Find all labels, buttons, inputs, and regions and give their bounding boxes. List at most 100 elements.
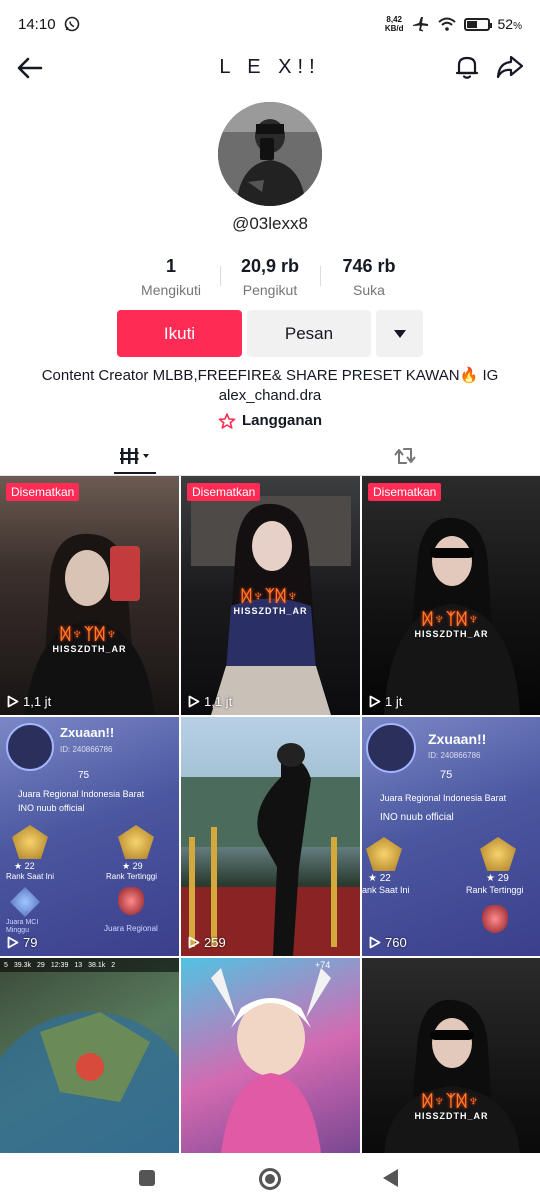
caret-down-icon	[393, 329, 406, 338]
stat-followers-label: Pengikut	[242, 282, 298, 298]
game-player-id: ID: 240866786	[428, 751, 481, 760]
rank-highest-label: Rank Tertinggi	[466, 885, 524, 895]
rank-current-label: ank Saat Ini	[362, 885, 410, 895]
home-button[interactable]	[259, 1168, 281, 1190]
rank-current-stars: ★ 22	[14, 861, 35, 871]
rank-badge-icon	[480, 837, 516, 871]
rank-badge-icon	[366, 837, 402, 871]
whatsapp-icon	[64, 16, 79, 32]
stat-following[interactable]: 1 Mengikuti	[116, 254, 226, 298]
profile-header: L E X!!	[0, 44, 540, 90]
video-thumbnail[interactable]: ᛞ♆ᛉᛞ♆ HISSZDTH_AR Disematkan 1 jt	[362, 476, 540, 715]
thumbnail-scene-image	[211, 968, 331, 1153]
tab-videos[interactable]	[90, 436, 180, 476]
game-level: 75	[440, 769, 453, 781]
play-icon	[369, 936, 381, 949]
game-avatar	[6, 723, 54, 771]
follow-button[interactable]: Ikuti	[117, 310, 242, 357]
stat-following-value: 1	[165, 256, 176, 276]
videos-grid-icon	[120, 448, 149, 464]
view-count: 1,1 jt	[7, 694, 51, 709]
subscription-link[interactable]: Langganan	[0, 412, 540, 429]
repost-icon	[394, 448, 416, 464]
play-icon	[188, 936, 200, 949]
rank-badge-icon	[118, 825, 154, 859]
video-thumbnail[interactable]: 5 39.3k 29 12:39 13 38.1k 2	[0, 958, 179, 1153]
rank-current-stars: ★ 22	[368, 873, 391, 884]
thumbnail-logo: ᛞ♆ᛉᛞ♆ HISSZDTH_AR	[414, 1093, 489, 1121]
notification-button[interactable]	[452, 52, 482, 82]
stat-likes[interactable]: 746 rb Suka	[314, 254, 424, 298]
back-button[interactable]	[14, 52, 46, 84]
share-button[interactable]	[494, 52, 526, 82]
pinned-badge: Disematkan	[6, 483, 80, 501]
stat-followers[interactable]: 20,9 rb Pengikut	[215, 254, 325, 298]
avatar[interactable]	[218, 102, 322, 206]
game-player-id: ID: 240866786	[60, 745, 113, 754]
view-count: 1,1 jt	[188, 694, 232, 709]
trophy-icon	[482, 905, 508, 933]
stat-followers-value: 20,9 rb	[240, 256, 300, 276]
pinned-badge: Disematkan	[187, 483, 261, 501]
rank-highest-stars: ★ 29	[122, 861, 143, 871]
nav-back-button[interactable]	[383, 1169, 398, 1187]
trophy-label: Juara MCI Minggu	[6, 919, 39, 934]
game-title: Juara Regional Indonesia Barat	[18, 789, 145, 799]
thumbnail-logo: ᛞ♆ᛉᛞ♆ HISSZDTH_AR	[233, 588, 308, 616]
view-count: 760	[369, 935, 407, 950]
game-player-name: Zxuaan!!	[428, 731, 487, 747]
battery-icon	[463, 17, 492, 31]
thumbnail-person-image	[24, 533, 155, 715]
thumbnail-scene-image	[181, 743, 360, 956]
pinned-badge: Disematkan	[368, 483, 442, 501]
stat-likes-value: 746 rb	[342, 256, 396, 276]
trophy-icon	[118, 887, 144, 915]
profile-stats: 1 Mengikuti 20,9 rb Pengikut 746 rb Suka	[0, 254, 540, 302]
video-thumbnail[interactable]: ᛞ♆ᛉᛞ♆ HISSZDTH_AR Disematkan 1,1 jt	[181, 476, 360, 715]
avatar-photo	[218, 102, 322, 206]
video-thumbnail[interactable]: 259	[181, 717, 360, 956]
thumbnail-scene-image	[0, 1012, 179, 1153]
game-title: Juara Regional Indonesia Barat	[380, 793, 507, 803]
thumbnail-logo: ᛞ♆ᛉᛞ♆ HISSZDTH_AR	[52, 626, 127, 654]
play-icon	[369, 695, 381, 708]
play-icon	[7, 936, 19, 949]
recents-button[interactable]	[139, 1170, 155, 1186]
play-icon	[7, 695, 19, 708]
video-thumbnail[interactable]: +74	[181, 958, 360, 1153]
rank-highest-label: Rank Tertinggi	[106, 872, 157, 881]
tab-active-indicator	[114, 472, 156, 474]
bio-line: Content Creator MLBB,FREEFIRE& SHARE PRE…	[41, 367, 499, 384]
video-thumbnail[interactable]: Zxuaan!! ID: 240866786 75 Juara Regional…	[362, 717, 540, 956]
share-icon	[496, 55, 524, 79]
username: @03lexx8	[232, 214, 308, 233]
subscription-star-icon	[218, 412, 236, 429]
video-thumbnail[interactable]: Zxuaan!! ID: 240866786 75 Juara Regional…	[0, 717, 179, 956]
stat-following-label: Mengikuti	[141, 282, 201, 298]
game-hud-value: +74	[315, 960, 331, 970]
rank-highest-stars: ★ 29	[486, 873, 509, 884]
video-thumbnail[interactable]: ᛞ♆ᛉᛞ♆ HISSZDTH_AR Disematkan 1,1 jt	[0, 476, 179, 715]
video-thumbnail[interactable]: ᛞ♆ᛉᛞ♆ HISSZDTH_AR	[362, 958, 540, 1153]
back-arrow-icon	[17, 57, 43, 79]
trophy-icon	[10, 887, 40, 917]
game-player-name: Zxuaan!!	[60, 725, 115, 740]
view-count: 1 jt	[369, 694, 402, 709]
bio-line: alex_chand.dra	[218, 387, 322, 404]
system-nav-bar	[0, 1153, 540, 1204]
tab-reposts[interactable]	[360, 436, 450, 476]
trophy-label: Juara Regional	[104, 924, 158, 933]
message-button[interactable]: Pesan	[247, 310, 371, 357]
game-hud-bar: 5 39.3k 29 12:39 13 38.1k 2	[0, 958, 179, 972]
airplane-icon	[412, 17, 428, 32]
bell-icon	[455, 56, 479, 79]
thumbnail-logo: ᛞ♆ᛉᛞ♆ HISSZDTH_AR	[414, 611, 489, 639]
play-icon	[188, 695, 200, 708]
content-tabs	[0, 436, 540, 476]
bio: Content Creator MLBB,FREEFIRE& SHARE PRE…	[30, 366, 510, 406]
wifi-icon	[437, 17, 456, 31]
video-grid: ᛞ♆ᛉᛞ♆ HISSZDTH_AR Disematkan 1,1 jt ᛞ♆ᛉᛞ♆…	[0, 476, 540, 1153]
game-avatar	[366, 723, 416, 773]
suggested-accounts-button[interactable]	[376, 310, 423, 357]
view-count: 79	[7, 935, 37, 950]
